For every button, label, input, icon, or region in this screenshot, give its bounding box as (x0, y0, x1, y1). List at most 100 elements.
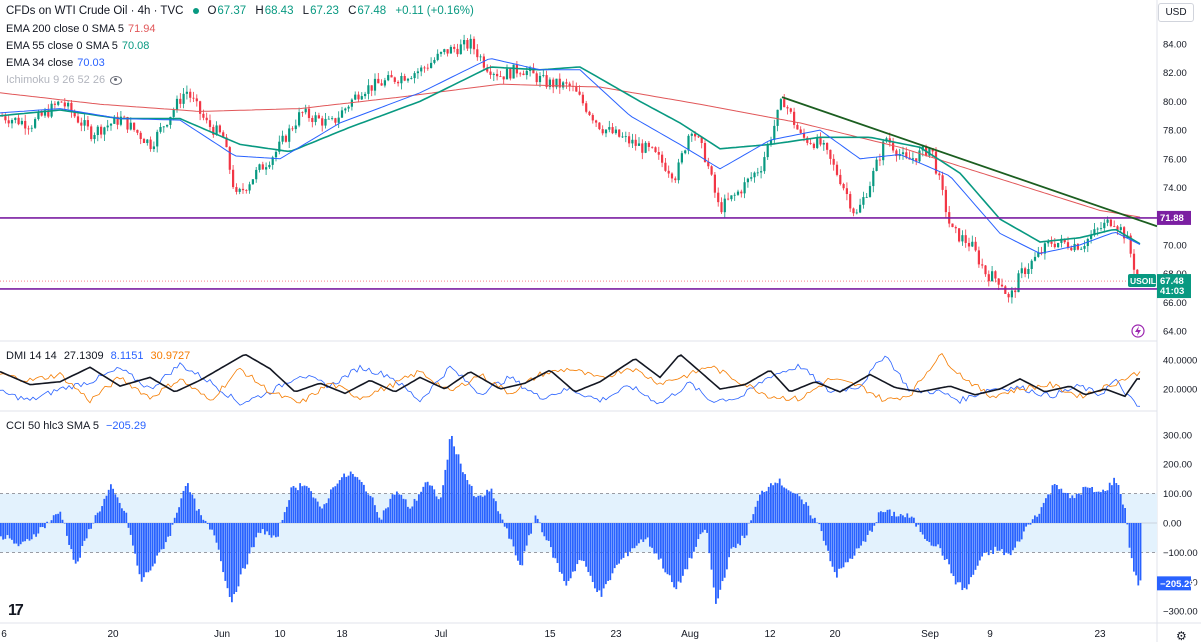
cci-bar (977, 523, 979, 566)
cci-bar (647, 523, 649, 537)
cci-bar (513, 523, 515, 546)
candle-body (456, 49, 458, 54)
legend-ema55[interactable]: EMA 55 close 0 SMA 570.08 (6, 39, 149, 53)
cci-bar (645, 523, 647, 539)
candle-body (447, 49, 449, 53)
cci-bar (220, 523, 222, 561)
candle-body (344, 109, 346, 111)
candle-body (678, 162, 680, 180)
cci-bar (136, 523, 138, 566)
symbol-title[interactable]: CFDs on WTI Crude Oil · 4h · TVC (6, 4, 183, 18)
candle-body (767, 144, 769, 157)
candle-body (404, 76, 406, 81)
legend-ema34[interactable]: EMA 34 close70.03 (6, 56, 105, 70)
candle-body (621, 137, 623, 138)
candle-body (654, 147, 656, 152)
cci-bar (398, 494, 400, 523)
cci-bar (304, 486, 306, 523)
cci-bar (590, 523, 592, 576)
cci-bar (682, 523, 684, 576)
hidden-eye-icon[interactable] (110, 76, 122, 85)
candle-body (717, 193, 719, 202)
cci-bar (860, 523, 862, 546)
cci-bar (994, 523, 996, 547)
cci-bar (603, 523, 605, 588)
chart-canvas[interactable]: 84.0082.0080.0078.0076.0074.0070.0068.00… (0, 0, 1201, 642)
candle-body (658, 152, 660, 155)
candle-body (981, 264, 983, 265)
candle-body (582, 95, 584, 104)
cci-bar (728, 523, 730, 557)
cci-bar (235, 523, 237, 592)
cci-bar (878, 512, 880, 523)
candle-body (671, 174, 673, 179)
cci-bar (935, 523, 937, 546)
candle-body (1054, 244, 1056, 247)
cci-bar (420, 492, 422, 523)
candle-body (265, 167, 267, 169)
cci-bar (1003, 523, 1005, 555)
cci-bar (178, 507, 180, 523)
cci-bar (570, 523, 572, 578)
cci-bar (339, 480, 341, 523)
legend-ema200[interactable]: EMA 200 close 0 SMA 571.94 (6, 22, 156, 36)
candle-body (641, 143, 643, 152)
cci-bar (825, 523, 827, 545)
cci-bar (451, 436, 453, 523)
candle-body (209, 120, 211, 127)
candle-body (780, 99, 782, 110)
time-tick-label: Sep (921, 629, 939, 640)
cci-bar (154, 523, 156, 564)
currency-selector[interactable]: USD (1158, 3, 1194, 22)
cci-bar (981, 523, 983, 557)
cci-bar (275, 523, 277, 537)
cci-bar (880, 511, 882, 523)
candle-body (255, 170, 257, 179)
cci-bar (915, 523, 917, 527)
cci-bar (1122, 505, 1124, 523)
candle-body (18, 118, 20, 124)
legend-dmi[interactable]: DMI 14 14 27.1309 8.1151 30.9727 (6, 349, 190, 363)
cci-bar (1027, 523, 1029, 525)
cci-bar (264, 523, 266, 534)
candle-body (308, 109, 310, 118)
candle-body (902, 152, 904, 154)
cci-bar (1065, 493, 1067, 523)
price-tick-label: 66.00 (1163, 298, 1187, 309)
cci-bar (295, 488, 297, 523)
candle-body (816, 137, 818, 148)
legend-cci[interactable]: CCI 50 hlc3 SMA 5 −205.29 (6, 419, 146, 433)
candle-body (740, 192, 742, 194)
cci-bar (548, 523, 550, 541)
cci-bar (557, 523, 559, 563)
cci-bar (1047, 494, 1049, 523)
candle-body (872, 171, 874, 186)
cci-bar (530, 523, 532, 534)
cci-bar (123, 511, 125, 523)
cci-bar (389, 499, 391, 523)
candle-body (31, 128, 33, 129)
cci-bar (739, 523, 741, 545)
settings-gear-icon[interactable]: ⚙ (1176, 629, 1187, 643)
cci-bar (469, 484, 471, 523)
candle-body (1080, 249, 1082, 250)
candle-body (602, 129, 604, 133)
candle-body (734, 195, 736, 196)
cci-bar (1045, 498, 1047, 523)
cci-bar (726, 523, 728, 569)
cci-bar (788, 490, 790, 523)
cci-bar (1014, 523, 1016, 548)
candle-body (674, 178, 676, 180)
cci-bar (1131, 523, 1133, 558)
candle-body (400, 76, 402, 83)
cci-bar (209, 523, 211, 530)
cci-bar (1140, 523, 1142, 580)
cci-bar (482, 497, 484, 523)
cci-bar (759, 495, 761, 523)
cci-bar (328, 498, 330, 523)
cci-bar (1010, 523, 1012, 555)
cci-bar (546, 523, 548, 540)
legend-ichimoku[interactable]: Ichimoku 9 26 52 26 (6, 73, 122, 87)
cci-bar (966, 523, 968, 589)
cci-bar (1080, 495, 1082, 523)
